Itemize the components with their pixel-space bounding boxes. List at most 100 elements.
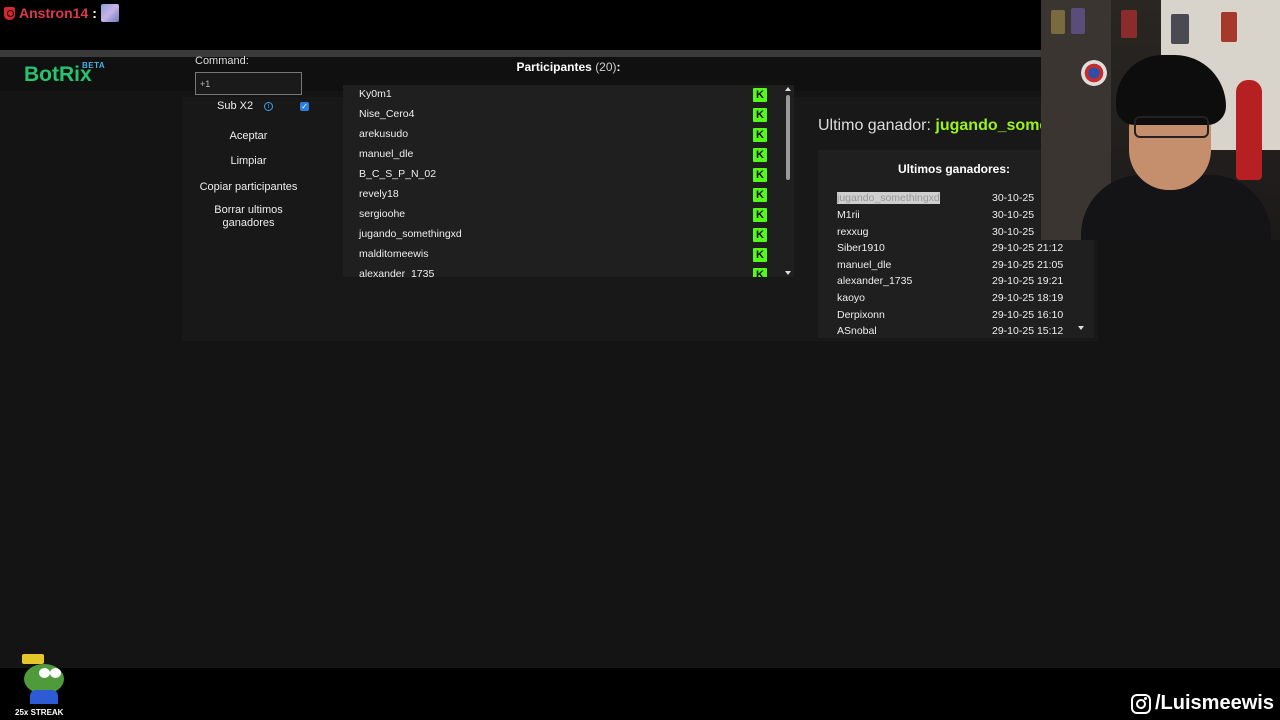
kick-icon: K bbox=[753, 148, 767, 162]
list-item: arekusudo K bbox=[343, 125, 771, 145]
winner-date: 29-10-25 21:12 bbox=[992, 242, 1064, 254]
kick-icon: K bbox=[753, 108, 767, 122]
participant-name: Ky0m1 bbox=[359, 88, 392, 100]
winner-date: 30-10-25 bbox=[992, 226, 1035, 238]
participant-name: jugando_somethingxd bbox=[359, 228, 462, 240]
winner-date: 29-10-25 18:19 bbox=[992, 292, 1064, 304]
winner-date: 30-10-25 bbox=[992, 209, 1035, 221]
table-row: manuel_dle 29-10-25 21:05 bbox=[837, 259, 1077, 276]
winner-date: 29-10-25 21:05 bbox=[992, 259, 1064, 271]
winner-name: jugando_somethingxd bbox=[837, 192, 940, 204]
table-row: kaoyo 29-10-25 18:19 bbox=[837, 292, 1077, 309]
winner-name: M1rii bbox=[837, 209, 860, 221]
participants-list[interactable]: Ky0m1 K Nise_Cero4 K arekusudo K manuel_… bbox=[343, 85, 783, 277]
list-item: Nise_Cero4 K bbox=[343, 105, 771, 125]
list-item: sergioohe K bbox=[343, 205, 771, 225]
list-item: B_C_S_P_N_02 K bbox=[343, 165, 771, 185]
sub-x2-row: Sub X2 i ✓ bbox=[217, 100, 309, 112]
frog-eye bbox=[39, 668, 50, 678]
limpiar-button[interactable]: Limpiar bbox=[195, 155, 302, 168]
figure-icon bbox=[1071, 8, 1085, 34]
frog-body bbox=[30, 690, 58, 704]
shield-icon bbox=[1081, 60, 1107, 86]
sub-x2-label: Sub X2 bbox=[217, 100, 254, 112]
social-handle: /Luismeewis bbox=[1155, 692, 1274, 714]
last-winner: Ultimo ganador: jugando_some bbox=[818, 117, 1048, 135]
participant-name: Nise_Cero4 bbox=[359, 108, 415, 120]
chat-separator: : bbox=[92, 5, 97, 21]
winner-name: manuel_dle bbox=[837, 259, 892, 271]
kick-icon: K bbox=[753, 268, 767, 277]
list-item: malditomeewis K bbox=[343, 245, 771, 265]
participant-name: alexander_1735 bbox=[359, 268, 435, 277]
participant-name: B_C_S_P_N_02 bbox=[359, 168, 437, 180]
command-input[interactable] bbox=[195, 72, 302, 95]
pepe-emote-icon bbox=[22, 654, 66, 704]
participant-name: manuel_dle bbox=[359, 148, 414, 160]
winner-name: Derpixonn bbox=[837, 309, 885, 321]
winner-name: Siber1910 bbox=[837, 242, 885, 254]
info-icon[interactable]: i bbox=[264, 101, 274, 111]
winner-date: 29-10-25 16:10 bbox=[992, 309, 1064, 321]
participant-name: malditomeewis bbox=[359, 248, 429, 260]
winner-name: kaoyo bbox=[837, 292, 866, 304]
list-item: revely18 K bbox=[343, 185, 771, 205]
stream-bottom-bar bbox=[0, 668, 1280, 720]
kick-icon: K bbox=[753, 168, 767, 182]
participants-title: Participantes (20): bbox=[343, 60, 794, 74]
table-row: ASnobal 29-10-25 15:12 bbox=[837, 325, 1077, 342]
figure-icon bbox=[1221, 12, 1237, 42]
aceptar-button[interactable]: Aceptar bbox=[195, 130, 302, 143]
winner-date: 29-10-25 19:21 bbox=[992, 275, 1064, 287]
last-winner-name: jugando_some bbox=[935, 117, 1049, 134]
kick-icon: K bbox=[753, 188, 767, 202]
sub-x2-checkbox[interactable]: ✓ bbox=[300, 101, 309, 111]
figure-icon bbox=[1236, 80, 1262, 180]
winner-name: alexander_1735 bbox=[837, 275, 913, 287]
winner-date: 29-10-25 15:12 bbox=[992, 325, 1064, 337]
table-row: Siber1910 29-10-25 21:12 bbox=[837, 242, 1077, 259]
kick-icon: K bbox=[753, 88, 767, 102]
scrollbar-thumb[interactable] bbox=[786, 95, 790, 180]
scroll-down-icon[interactable] bbox=[1078, 326, 1084, 330]
instagram-icon bbox=[1131, 693, 1151, 714]
participants-colon: : bbox=[616, 60, 621, 74]
winner-date: 30-10-25 bbox=[992, 192, 1035, 204]
winner-name: rexxug bbox=[837, 226, 869, 238]
crown-icon bbox=[22, 654, 44, 664]
kick-icon: K bbox=[753, 128, 767, 142]
clear-winners-button[interactable]: Borrar ultimos ganadores bbox=[195, 204, 302, 230]
moderator-badge-icon bbox=[4, 6, 15, 20]
list-item: Ky0m1 K bbox=[343, 85, 771, 105]
kick-icon: K bbox=[753, 248, 767, 262]
list-item: manuel_dle K bbox=[343, 145, 771, 165]
participants-heading: Participantes bbox=[516, 60, 592, 74]
table-row: alexander_1735 29-10-25 19:21 bbox=[837, 275, 1077, 292]
winner-name: ASnobal bbox=[837, 325, 877, 337]
scroll-up-icon[interactable] bbox=[785, 87, 791, 91]
glasses-icon bbox=[1134, 116, 1209, 138]
figure-icon bbox=[1171, 14, 1189, 44]
kick-icon: K bbox=[753, 228, 767, 242]
participants-scrollbar[interactable] bbox=[783, 85, 794, 277]
chat-message: Anstron14 : bbox=[4, 4, 119, 22]
participant-name: arekusudo bbox=[359, 128, 409, 140]
controls-column: Command: Sub X2 i ✓ Aceptar Limpiar Copi… bbox=[195, 55, 315, 229]
scroll-down-icon[interactable] bbox=[785, 271, 791, 275]
list-item: jugando_somethingxd K bbox=[343, 225, 771, 245]
copy-participants-button[interactable]: Copiar participantes bbox=[195, 181, 302, 194]
social-handle-overlay: /Luismeewis bbox=[1131, 692, 1274, 715]
participants-count: (20) bbox=[595, 60, 617, 74]
participant-name: revely18 bbox=[359, 188, 399, 200]
webcam-overlay bbox=[1041, 0, 1280, 240]
kick-icon: K bbox=[753, 208, 767, 222]
figure-icon bbox=[1121, 10, 1137, 38]
chat-username: Anstron14 bbox=[19, 5, 89, 21]
list-item: alexander_1735 K bbox=[343, 265, 771, 277]
streak-label: 25x STREAK bbox=[15, 708, 64, 717]
frog-eye bbox=[50, 668, 61, 678]
beta-badge: BETA bbox=[82, 61, 106, 70]
emote-icon bbox=[100, 4, 119, 22]
participant-name: sergioohe bbox=[359, 208, 406, 220]
figure-icon bbox=[1051, 10, 1065, 34]
